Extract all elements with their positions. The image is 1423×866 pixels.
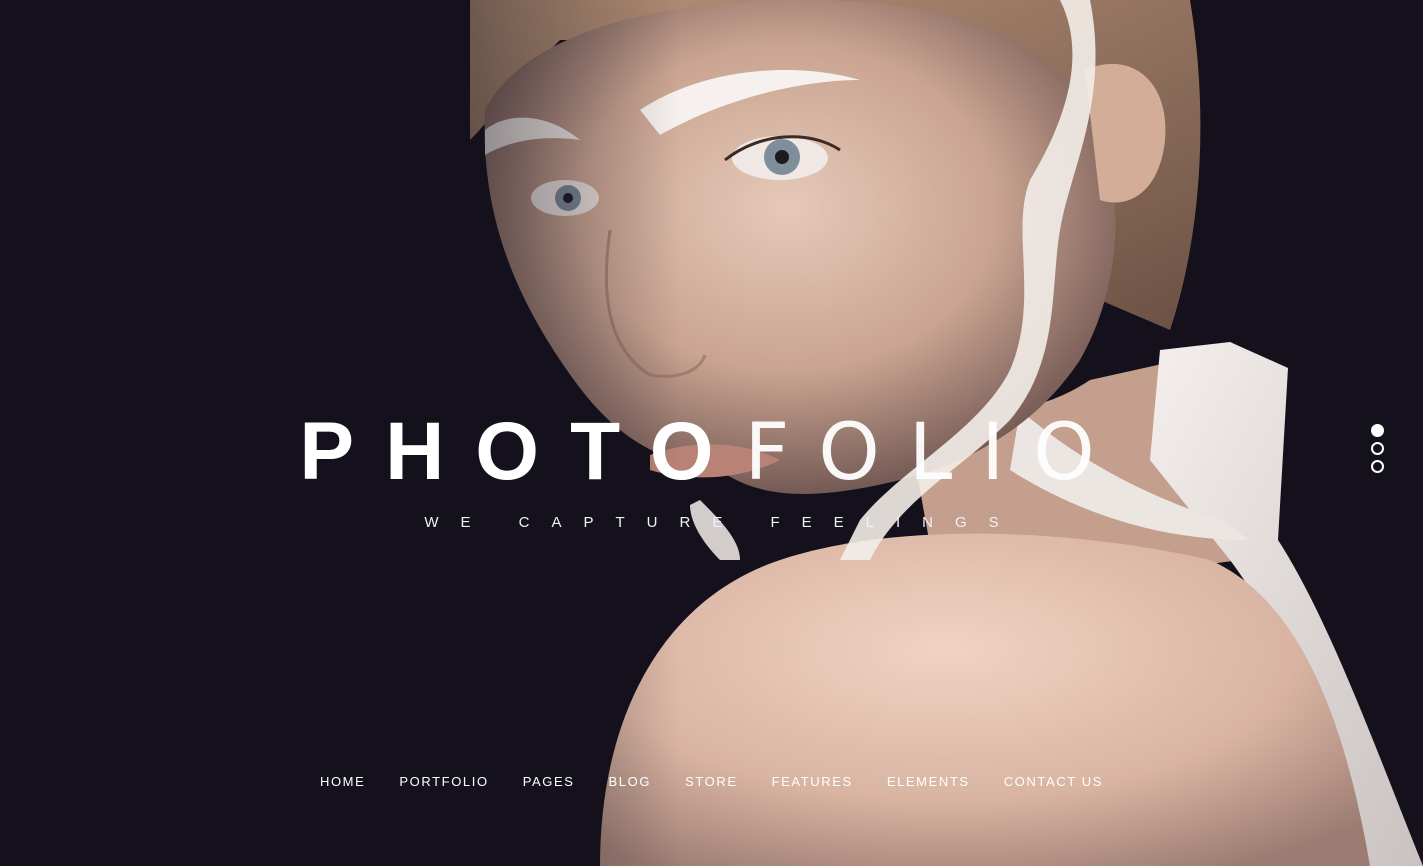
- slider-dot-3[interactable]: [1371, 460, 1384, 473]
- nav-item-features[interactable]: FEATURES: [772, 774, 853, 790]
- slider-pagination: [1371, 424, 1385, 473]
- nav-item-blog[interactable]: BLOG: [609, 774, 652, 790]
- hero-section: PHOTOFOLIO WE CAPTURE FEELINGS HOME PORT…: [0, 0, 1423, 866]
- nav-item-portfolio[interactable]: PORTFOLIO: [399, 774, 488, 790]
- site-logo-title: PHOTOFOLIO: [0, 404, 1423, 501]
- hero-tagline: WE CAPTURE FEELINGS: [424, 514, 1021, 531]
- nav-item-home[interactable]: HOME: [320, 774, 365, 790]
- logo-word-folio: FOLIO: [744, 408, 1124, 498]
- nav-item-contact-us[interactable]: CONTACT US: [1004, 774, 1103, 790]
- nav-item-store[interactable]: STORE: [685, 774, 738, 790]
- slider-dot-2[interactable]: [1371, 442, 1384, 455]
- logo-word-photo: PHOTO: [299, 406, 745, 497]
- nav-item-elements[interactable]: ELEMENTS: [887, 774, 970, 790]
- main-navigation: HOME PORTFOLIO PAGES BLOG STORE FEATURES…: [0, 774, 1423, 790]
- nav-item-pages[interactable]: PAGES: [523, 774, 575, 790]
- slider-dot-1[interactable]: [1371, 424, 1384, 437]
